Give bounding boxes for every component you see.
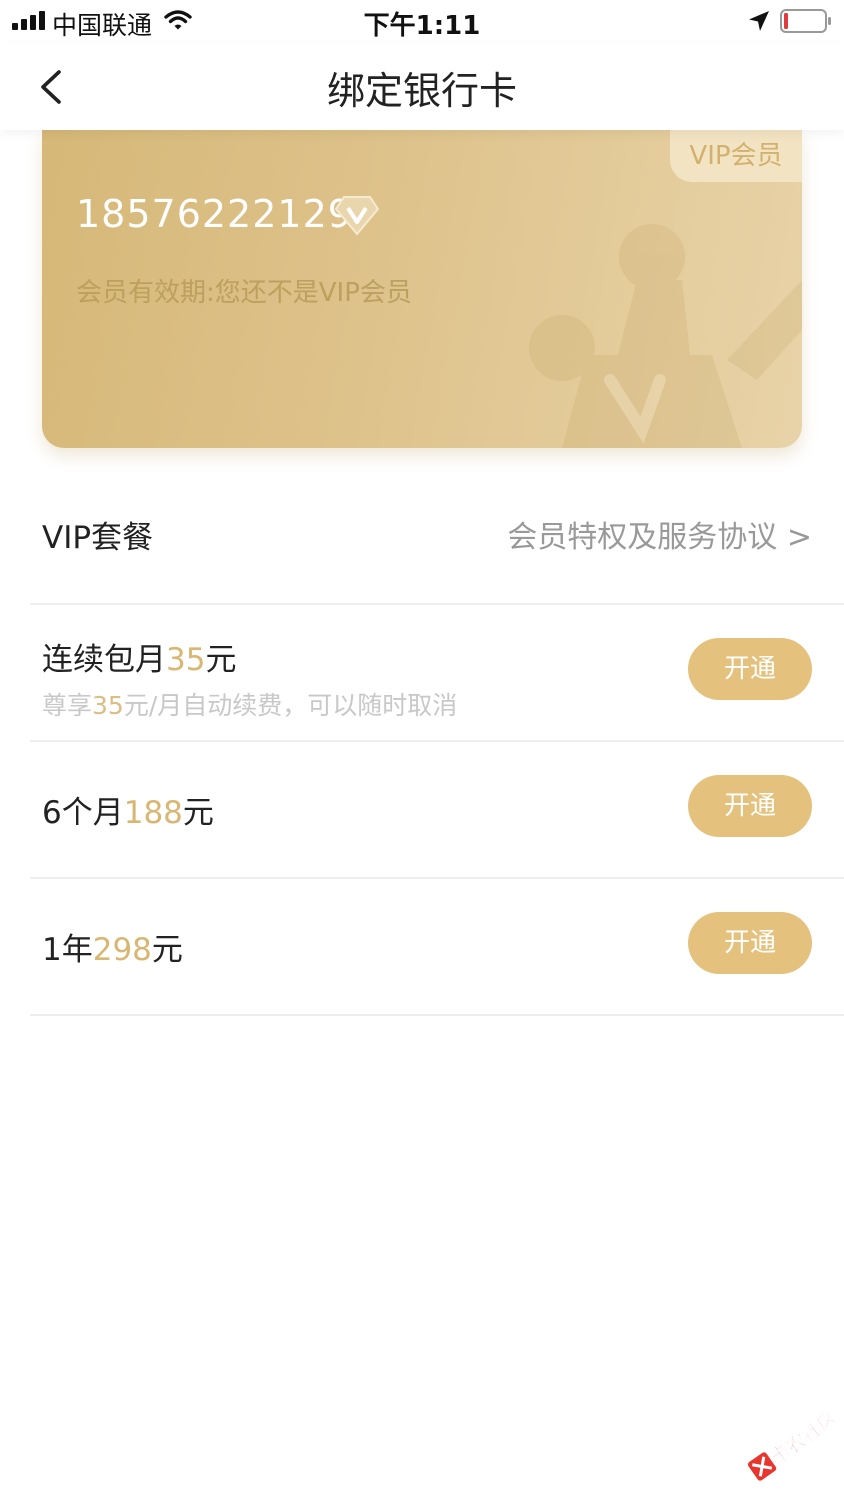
plan-price: 188 xyxy=(123,795,183,831)
open-monthly-button[interactable]: 开通 xyxy=(688,638,812,700)
plan-price: 35 xyxy=(166,642,206,678)
plan-row-monthly: 连续包月35元 尊享35元/月自动续费，可以随时取消 开通 xyxy=(0,604,844,740)
packages-title: VIP套餐 xyxy=(42,520,154,556)
vip-tag: VIP会员 xyxy=(670,130,802,182)
plan-description: 尊享35元/月自动续费，可以随时取消 xyxy=(42,691,458,720)
privileges-agreement-link[interactable]: 会员特权及服务协议 > xyxy=(507,512,812,556)
membership-validity: 会员有效期:您还不是VIP会员 xyxy=(76,278,412,308)
kanong-watermark-logo: 卡农社区 xyxy=(747,1406,842,1481)
plan-name: 连续包月35元 xyxy=(42,642,237,678)
plan-row-6-months: 6个月188元 开通 xyxy=(0,741,844,877)
svg-text:卡农社区: 卡农社区 xyxy=(766,1406,841,1468)
plan-price: 298 xyxy=(92,932,152,968)
vip-packages-header: VIP套餐 会员特权及服务协议 > xyxy=(0,492,844,576)
open-6-months-button[interactable]: 开通 xyxy=(688,775,812,837)
page-title: 绑定银行卡 xyxy=(326,69,517,113)
plan-name: 6个月188元 xyxy=(42,795,214,831)
navigation-bar: 绑定银行卡 xyxy=(0,44,844,130)
plan-name: 1年298元 xyxy=(42,932,183,968)
member-phone-number: 18576222129 xyxy=(76,192,353,236)
vip-member-card: VIP会员 18576222129 会员有效期:您还不是VIP会员 xyxy=(42,130,802,448)
divider xyxy=(30,1014,844,1016)
battery-icon xyxy=(780,9,831,33)
location-arrow-icon xyxy=(749,11,769,31)
plan-row-1-year: 1年298元 开通 xyxy=(0,878,844,1014)
open-1-year-button[interactable]: 开通 xyxy=(688,912,812,974)
status-bar: 中国联通 下午1:11 xyxy=(0,0,844,44)
diamond-v-icon xyxy=(334,196,380,236)
status-time: 下午1:11 xyxy=(363,11,481,41)
